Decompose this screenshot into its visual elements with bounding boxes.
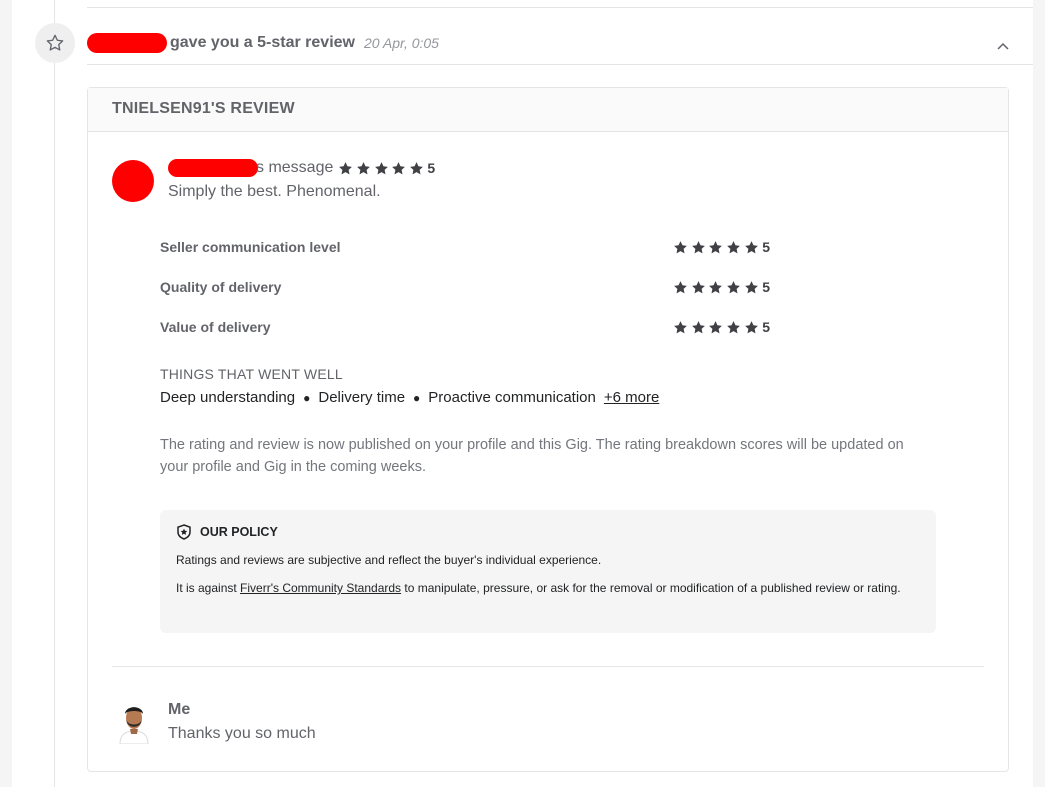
notification-text: gave you a 5-star review: [170, 34, 355, 51]
policy-line-2: It is against Fiverr's Community Standar…: [176, 579, 920, 597]
redacted-username: [87, 33, 167, 53]
community-standards-link[interactable]: Fiverr's Community Standards: [240, 581, 401, 595]
rating-stars: 5: [673, 279, 770, 295]
tag: Delivery time: [318, 389, 406, 406]
separator-dot: ●: [303, 390, 311, 405]
tag: Proactive communication: [428, 389, 596, 406]
shield-icon: [177, 524, 191, 540]
review-title: TNIELSEN91'S REVIEW: [112, 100, 295, 117]
rating-row-value: Value of delivery 5: [160, 317, 770, 337]
divider: [87, 7, 1033, 8]
chevron-up-icon: [997, 42, 1009, 50]
star-icon: [691, 240, 705, 253]
star-icon: [374, 161, 388, 174]
review-text: Simply the best. Phenomenal.: [168, 183, 381, 200]
star-icon: [409, 161, 423, 174]
redacted-avatar: [112, 160, 154, 202]
star-icon: [691, 320, 705, 333]
tag: Deep understanding: [160, 389, 296, 406]
star-icon: [339, 161, 353, 174]
notification-date: 20 Apr, 0:05: [363, 35, 439, 51]
redacted-buyer-name: [168, 159, 258, 177]
star-icon: [727, 240, 740, 253]
review-card-header: TNIELSEN91'S REVIEW: [88, 88, 1008, 132]
star-icon: [691, 280, 705, 293]
overall-score: 5: [427, 160, 436, 176]
star-icon: [709, 320, 723, 333]
collapse-button[interactable]: [996, 38, 1010, 56]
went-well-title: THINGS THAT WENT WELL: [160, 366, 343, 382]
policy-title: OUR POLICY: [200, 525, 278, 539]
star-icon: [709, 280, 723, 293]
star-icon: [727, 280, 740, 293]
star-icon: [674, 320, 688, 333]
divider: [112, 666, 984, 667]
star-icon: [744, 320, 758, 333]
star-icon: [744, 240, 758, 253]
rating-row-communication: Seller communication level 5: [160, 237, 770, 257]
went-well-tags: Deep understanding ● Delivery time ● Pro…: [160, 389, 659, 406]
publish-notice: The rating and review is now published o…: [160, 437, 904, 475]
more-tags-link[interactable]: +6 more: [604, 389, 659, 406]
rating-label: Quality of delivery: [160, 279, 282, 295]
separator-dot: ●: [413, 390, 421, 405]
star-icon: [357, 161, 370, 174]
rating-label: Seller communication level: [160, 239, 341, 255]
notification-header: gave you a 5-star review 20 Apr, 0:05: [87, 30, 1033, 56]
star-icon: [744, 280, 758, 293]
reply-text: Thanks you so much: [168, 725, 316, 742]
timeline-line: [54, 0, 55, 787]
policy-line-1: Ratings and reviews are subjective and r…: [176, 553, 602, 567]
overall-rating-stars: 5: [338, 160, 435, 176]
policy-text-pre: It is against: [176, 581, 241, 595]
policy-text-post: to manipulate, pressure, or ask for the …: [401, 581, 901, 595]
policy-box: OUR POLICY Ratings and reviews are subje…: [160, 510, 936, 633]
reply-author: Me: [168, 701, 191, 718]
buyer-message-line: s message 5: [168, 157, 435, 179]
star-icon: [727, 320, 740, 333]
rating-stars: 5: [673, 319, 770, 335]
rating-score: 5: [762, 239, 770, 255]
avatar: [119, 707, 149, 744]
star-icon: [674, 240, 688, 253]
rating-label: Value of delivery: [160, 319, 271, 335]
star-outline-icon: [46, 34, 64, 51]
page: gave you a 5-star review 20 Apr, 0:05 TN…: [12, 0, 1033, 787]
divider: [87, 64, 1033, 65]
rating-score: 5: [762, 279, 770, 295]
notification-icon-circle: [35, 23, 75, 63]
rating-row-quality: Quality of delivery 5: [160, 277, 770, 297]
review-card: TNIELSEN91'S REVIEW s message 5 Simply t…: [87, 87, 1009, 772]
star-icon: [709, 240, 723, 253]
rating-stars: 5: [673, 239, 770, 255]
policy-header: OUR POLICY: [176, 524, 920, 540]
star-icon: [674, 280, 688, 293]
buyer-message-label: s message: [256, 159, 334, 176]
star-icon: [392, 161, 406, 174]
rating-score: 5: [762, 319, 770, 335]
